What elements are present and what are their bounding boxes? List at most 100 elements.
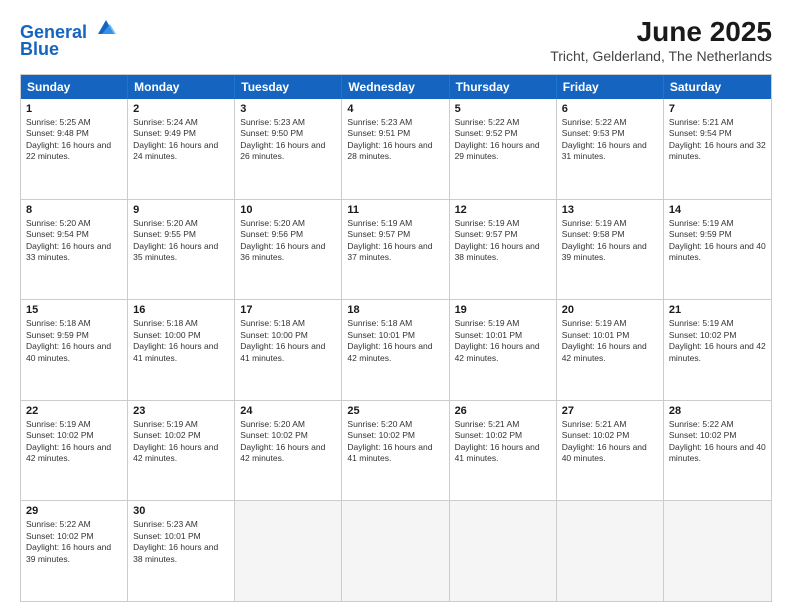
weekday-header: Thursday [450,75,557,99]
calendar-cell: 15 Sunrise: 5:18 AMSunset: 9:59 PMDayligh… [21,300,128,400]
calendar-cell: 28 Sunrise: 5:22 AMSunset: 10:02 PMDaylig… [664,401,771,501]
day-info: Sunrise: 5:20 AMSunset: 10:02 PMDaylight… [240,419,336,465]
logo-icon [94,16,116,38]
day-number: 26 [455,405,551,417]
weekday-header: Sunday [21,75,128,99]
day-info: Sunrise: 5:22 AMSunset: 10:02 PMDaylight… [669,419,766,465]
calendar-cell: 13 Sunrise: 5:19 AMSunset: 9:58 PMDayligh… [557,200,664,300]
calendar-cell: 22 Sunrise: 5:19 AMSunset: 10:02 PMDaylig… [21,401,128,501]
calendar-row: 1Sunrise: 5:25 AMSunset: 9:48 PMDaylight… [21,99,771,200]
calendar-row: 8Sunrise: 5:20 AMSunset: 9:54 PMDaylight… [21,200,771,301]
day-info: Sunrise: 5:19 AMSunset: 9:58 PMDaylight:… [562,218,658,264]
day-info: Sunrise: 5:23 AMSunset: 9:50 PMDaylight:… [240,117,336,163]
day-info: Sunrise: 5:22 AMSunset: 10:02 PMDaylight… [26,519,122,565]
calendar-header: SundayMondayTuesdayWednesdayThursdayFrid… [21,75,771,99]
day-number: 3 [240,103,336,115]
day-info: Sunrise: 5:23 AMSunset: 9:51 PMDaylight:… [347,117,443,163]
calendar-cell [557,501,664,601]
calendar-cell: 21 Sunrise: 5:19 AMSunset: 10:02 PMDaylig… [664,300,771,400]
day-number: 14 [669,204,766,216]
day-number: 9 [133,204,229,216]
calendar-cell: 10 Sunrise: 5:20 AMSunset: 9:56 PMDayligh… [235,200,342,300]
calendar-cell: 2Sunrise: 5:24 AMSunset: 9:49 PMDaylight… [128,99,235,199]
day-info: Sunrise: 5:19 AMSunset: 10:01 PMDaylight… [455,318,551,364]
calendar-row: 22 Sunrise: 5:19 AMSunset: 10:02 PMDaylig… [21,401,771,502]
day-info: Sunrise: 5:22 AMSunset: 9:52 PMDaylight:… [455,117,551,163]
day-number: 7 [669,103,766,115]
calendar-cell: 29Sunrise: 5:22 AMSunset: 10:02 PMDaylig… [21,501,128,601]
day-info: Sunrise: 5:18 AMSunset: 9:59 PMDaylight:… [26,318,122,364]
calendar-cell: 23Sunrise: 5:19 AMSunset: 10:02 PMDaylig… [128,401,235,501]
day-number: 25 [347,405,443,417]
calendar-cell [450,501,557,601]
day-info: Sunrise: 5:18 AMSunset: 10:00 PMDaylight… [133,318,229,364]
day-number: 27 [562,405,658,417]
calendar-cell: 3 Sunrise: 5:23 AMSunset: 9:50 PMDaylight… [235,99,342,199]
day-info: Sunrise: 5:23 AMSunset: 10:01 PMDaylight… [133,519,229,565]
day-number: 11 [347,204,443,216]
calendar-body: 1Sunrise: 5:25 AMSunset: 9:48 PMDaylight… [21,99,771,601]
calendar-cell: 20Sunrise: 5:19 AMSunset: 10:01 PMDaylig… [557,300,664,400]
calendar-cell: 11Sunrise: 5:19 AMSunset: 9:57 PMDayligh… [342,200,449,300]
weekday-header: Monday [128,75,235,99]
day-info: Sunrise: 5:25 AMSunset: 9:48 PMDaylight:… [26,117,122,163]
day-info: Sunrise: 5:19 AMSunset: 9:57 PMDaylight:… [455,218,551,264]
day-info: Sunrise: 5:20 AMSunset: 9:54 PMDaylight:… [26,218,122,264]
day-info: Sunrise: 5:18 AMSunset: 10:01 PMDaylight… [347,318,443,364]
day-number: 19 [455,304,551,316]
header: General Blue June 2025 Tricht, Gelderlan… [20,16,772,64]
calendar-cell [664,501,771,601]
day-number: 28 [669,405,766,417]
day-info: Sunrise: 5:20 AMSunset: 10:02 PMDaylight… [347,419,443,465]
calendar-cell: 19 Sunrise: 5:19 AMSunset: 10:01 PMDaylig… [450,300,557,400]
day-number: 6 [562,103,658,115]
day-number: 13 [562,204,658,216]
calendar: SundayMondayTuesdayWednesdayThursdayFrid… [20,74,772,602]
location: Tricht, Gelderland, The Netherlands [550,48,772,64]
calendar-cell: 27 Sunrise: 5:21 AMSunset: 10:02 PMDaylig… [557,401,664,501]
day-info: Sunrise: 5:19 AMSunset: 10:02 PMDaylight… [26,419,122,465]
day-number: 5 [455,103,551,115]
day-info: Sunrise: 5:20 AMSunset: 9:55 PMDaylight:… [133,218,229,264]
calendar-page: General Blue June 2025 Tricht, Gelderlan… [0,0,792,612]
day-number: 24 [240,405,336,417]
calendar-cell: 4Sunrise: 5:23 AMSunset: 9:51 PMDaylight… [342,99,449,199]
day-number: 30 [133,505,229,517]
day-number: 12 [455,204,551,216]
calendar-cell: 8Sunrise: 5:20 AMSunset: 9:54 PMDaylight… [21,200,128,300]
day-number: 17 [240,304,336,316]
calendar-row: 15 Sunrise: 5:18 AMSunset: 9:59 PMDayligh… [21,300,771,401]
day-number: 21 [669,304,766,316]
calendar-cell [342,501,449,601]
day-info: Sunrise: 5:19 AMSunset: 10:02 PMDaylight… [669,318,766,364]
day-number: 2 [133,103,229,115]
calendar-cell [235,501,342,601]
calendar-cell: 17 Sunrise: 5:18 AMSunset: 10:00 PMDaylig… [235,300,342,400]
logo: General Blue [20,16,116,60]
weekday-header: Tuesday [235,75,342,99]
calendar-cell: 9 Sunrise: 5:20 AMSunset: 9:55 PMDaylight… [128,200,235,300]
day-info: Sunrise: 5:20 AMSunset: 9:56 PMDaylight:… [240,218,336,264]
calendar-cell: 5 Sunrise: 5:22 AMSunset: 9:52 PMDaylight… [450,99,557,199]
calendar-cell: 1Sunrise: 5:25 AMSunset: 9:48 PMDaylight… [21,99,128,199]
calendar-cell: 12 Sunrise: 5:19 AMSunset: 9:57 PMDayligh… [450,200,557,300]
title-block: June 2025 Tricht, Gelderland, The Nether… [550,16,772,64]
day-number: 15 [26,304,122,316]
weekday-header: Friday [557,75,664,99]
calendar-cell: 7Sunrise: 5:21 AMSunset: 9:54 PMDaylight… [664,99,771,199]
day-info: Sunrise: 5:19 AMSunset: 9:59 PMDaylight:… [669,218,766,264]
day-number: 16 [133,304,229,316]
day-info: Sunrise: 5:21 AMSunset: 10:02 PMDaylight… [562,419,658,465]
calendar-cell: 18 Sunrise: 5:18 AMSunset: 10:01 PMDaylig… [342,300,449,400]
calendar-cell: 6Sunrise: 5:22 AMSunset: 9:53 PMDaylight… [557,99,664,199]
weekday-header: Saturday [664,75,771,99]
calendar-cell: 30 Sunrise: 5:23 AMSunset: 10:01 PMDaylig… [128,501,235,601]
day-number: 22 [26,405,122,417]
day-number: 18 [347,304,443,316]
day-info: Sunrise: 5:19 AMSunset: 10:01 PMDaylight… [562,318,658,364]
calendar-cell: 25 Sunrise: 5:20 AMSunset: 10:02 PMDaylig… [342,401,449,501]
calendar-row: 29Sunrise: 5:22 AMSunset: 10:02 PMDaylig… [21,501,771,601]
day-number: 10 [240,204,336,216]
day-info: Sunrise: 5:18 AMSunset: 10:00 PMDaylight… [240,318,336,364]
calendar-cell: 26Sunrise: 5:21 AMSunset: 10:02 PMDaylig… [450,401,557,501]
